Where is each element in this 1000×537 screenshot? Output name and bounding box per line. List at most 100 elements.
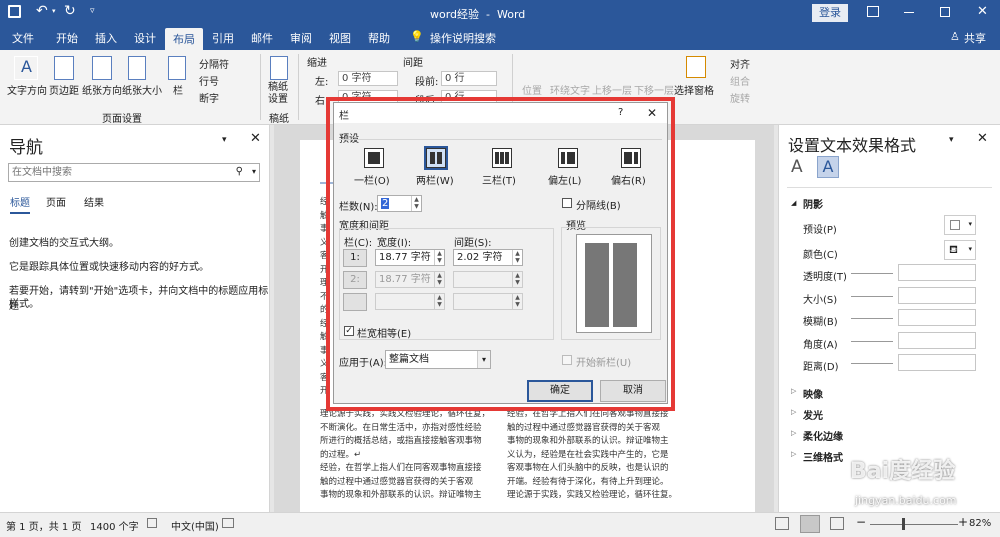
line-numbers-button[interactable]: 行号 — [199, 73, 219, 88]
tab-file[interactable]: 文件 — [12, 30, 34, 46]
position-button[interactable]: 位置 — [522, 82, 542, 97]
size-input[interactable] — [898, 287, 976, 304]
save-icon[interactable] — [8, 5, 21, 18]
nav-search-box[interactable]: ⚲ ▾ — [8, 163, 260, 182]
window-title: word经验 - Word — [430, 8, 526, 21]
send-backward-button[interactable]: 下移一层 — [634, 82, 674, 97]
nav-close-icon[interactable]: ✕ — [250, 131, 261, 146]
zoom-slider[interactable] — [870, 524, 958, 525]
proofing-icon[interactable] — [147, 518, 157, 528]
search-dropdown-icon[interactable]: ▾ — [252, 167, 256, 176]
hyphenation-button[interactable]: 断字 — [199, 90, 219, 105]
text-direction-icon[interactable]: A — [14, 56, 38, 80]
indent-left-input[interactable]: 0 字符 — [338, 71, 398, 86]
angle-slider[interactable] — [851, 341, 893, 342]
shadow-color-button[interactable]: ⛾ ▾ — [944, 240, 976, 260]
rotate-button[interactable]: 旋转 — [730, 90, 750, 105]
watermark-url: jingyan.baidu.com — [855, 494, 957, 507]
blur-input[interactable] — [898, 309, 976, 326]
nav-search-input[interactable] — [9, 164, 229, 180]
margins-icon[interactable] — [54, 56, 74, 80]
tab-review[interactable]: 审阅 — [290, 30, 312, 46]
web-layout-icon[interactable] — [830, 517, 844, 530]
align-button[interactable]: 对齐 — [730, 56, 750, 71]
customize-qat-icon[interactable]: ▿ — [90, 6, 95, 16]
minimize-icon[interactable] — [904, 12, 914, 13]
transparency-input[interactable] — [898, 264, 976, 281]
selection-pane-button[interactable]: 选择窗格 — [674, 82, 714, 97]
distance-slider[interactable] — [851, 363, 893, 364]
draft-paper-icon[interactable] — [270, 56, 288, 80]
soft-edges-section[interactable]: 柔化边缘 — [803, 428, 843, 443]
soft-edges-expand-icon[interactable]: ▷ — [791, 429, 796, 437]
fmt-options-icon[interactable]: ▾ — [949, 135, 954, 145]
close-window-icon[interactable]: ✕ — [977, 4, 988, 19]
distance-input[interactable] — [898, 354, 976, 371]
zoom-level[interactable]: 82% — [969, 518, 991, 529]
tab-layout[interactable]: 布局 — [165, 28, 203, 50]
nav-tab-headings[interactable]: 标题 — [10, 194, 30, 214]
language[interactable]: 中文(中国) — [171, 518, 219, 533]
size-button[interactable]: 纸张大小 — [122, 82, 162, 97]
nav-tab-pages[interactable]: 页面 — [46, 194, 66, 209]
shadow-expand-icon[interactable]: ◢ — [791, 199, 796, 207]
word-count[interactable]: 1400 个字 — [90, 518, 139, 533]
text-fill-icon[interactable]: A — [791, 157, 803, 177]
selection-pane-icon[interactable] — [686, 56, 706, 78]
group-button[interactable]: 组合 — [730, 73, 750, 88]
reflection-section[interactable]: 映像 — [803, 386, 823, 401]
page-count[interactable]: 第 1 页，共 1 页 — [6, 518, 81, 533]
redo-icon[interactable]: ↻ — [64, 3, 76, 19]
columns-icon[interactable] — [168, 56, 186, 80]
three-d-expand-icon[interactable]: ▷ — [791, 450, 796, 458]
text-effects-icon[interactable]: A — [817, 156, 839, 178]
angle-input[interactable] — [898, 332, 976, 349]
reflection-expand-icon[interactable]: ▷ — [791, 387, 796, 395]
tab-insert[interactable]: 插入 — [95, 30, 117, 46]
text-direction-button[interactable]: 文字方向 — [7, 82, 47, 97]
nav-tab-results[interactable]: 结果 — [84, 194, 104, 209]
shadow-section[interactable]: 阴影 — [803, 196, 823, 211]
glow-section[interactable]: 发光 — [803, 407, 823, 422]
tab-help[interactable]: 帮助 — [368, 30, 390, 46]
breaks-button[interactable]: 分隔符 — [199, 56, 229, 71]
bring-forward-button[interactable]: 上移一层 — [592, 82, 632, 97]
size-icon[interactable] — [128, 56, 146, 80]
three-d-section[interactable]: 三维格式 — [803, 449, 843, 464]
restore-icon[interactable] — [940, 7, 950, 17]
spacing-before-input[interactable]: 0 行 — [441, 71, 497, 86]
zoom-thumb[interactable] — [902, 518, 905, 530]
glow-expand-icon[interactable]: ▷ — [791, 408, 796, 416]
tab-references[interactable]: 引用 — [212, 30, 234, 46]
macro-icon[interactable] — [222, 518, 234, 528]
wrap-text-button[interactable]: 环绕文字 — [550, 82, 590, 97]
print-layout-icon[interactable] — [800, 515, 820, 533]
ribbon-display-icon[interactable] — [867, 6, 879, 17]
fmt-close-icon[interactable]: ✕ — [977, 131, 988, 146]
share-button[interactable]: 共享 — [964, 30, 986, 46]
undo-icon[interactable]: ↶ — [36, 3, 48, 19]
tab-view[interactable]: 视图 — [329, 30, 351, 46]
undo-dropdown-icon[interactable]: ▾ — [52, 7, 56, 15]
shadow-preset-button[interactable]: ▾ — [944, 215, 976, 235]
draft-settings-button[interactable]: 稿纸 设置 — [268, 82, 288, 106]
blur-slider[interactable] — [851, 318, 893, 319]
margins-button[interactable]: 页边距 — [49, 82, 79, 97]
tab-home[interactable]: 开始 — [56, 30, 78, 46]
transparency-slider[interactable] — [851, 273, 893, 274]
search-icon[interactable]: ⚲ — [236, 166, 243, 177]
orientation-button[interactable]: 纸张方向 — [82, 82, 122, 97]
zoom-in-icon[interactable]: + — [958, 515, 968, 529]
login-button[interactable]: 登录 — [812, 4, 848, 22]
blur-label: 模糊(B) — [803, 317, 838, 328]
nav-options-icon[interactable]: ▾ — [222, 135, 227, 145]
tell-me-search[interactable]: 操作说明搜索 — [430, 30, 496, 46]
zoom-out-icon[interactable]: − — [856, 515, 866, 529]
tab-mailings[interactable]: 邮件 — [251, 30, 273, 46]
orientation-icon[interactable] — [92, 56, 112, 80]
right-column-line: 义认为，经验是在社会实践中产生的，它是 — [507, 449, 669, 460]
read-mode-icon[interactable] — [775, 517, 789, 530]
columns-button[interactable]: 栏 — [173, 82, 183, 97]
size-slider[interactable] — [851, 296, 893, 297]
tab-design[interactable]: 设计 — [134, 30, 156, 46]
